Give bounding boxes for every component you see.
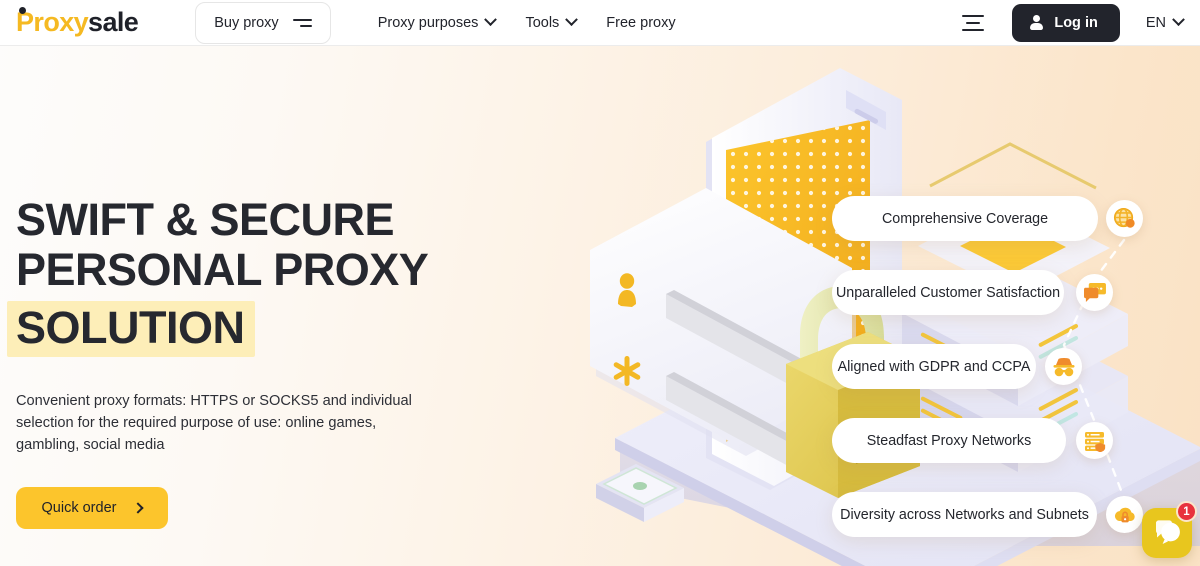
feature-pill-diversity[interactable]: Diversity across Networks and Subnets: [832, 492, 1097, 537]
login-button[interactable]: Log in: [1012, 3, 1120, 42]
main-nav: Proxy purposes Tools Free proxy: [377, 13, 676, 31]
header-actions: Log in EN: [962, 3, 1200, 42]
feature-label: Unparalleled Customer Satisfaction: [835, 284, 1061, 301]
person-icon: [1030, 15, 1044, 30]
nav-item-tools[interactable]: Tools: [525, 13, 579, 31]
globe-icon: [1106, 200, 1143, 237]
logo-dot-icon: [18, 7, 26, 14]
server-shield-icon: [1076, 422, 1113, 459]
two-lines-icon: [292, 18, 312, 27]
chat-widget-button[interactable]: 1: [1142, 501, 1197, 558]
buy-proxy-button[interactable]: Buy proxy: [195, 1, 331, 44]
page-root: Proxy sale Buy proxy Proxy purposes Tools…: [0, 0, 1200, 566]
nav-label: Free proxy: [606, 14, 676, 31]
quick-order-label: Quick order: [41, 500, 117, 517]
feature-label: Diversity across Networks and Subnets: [840, 506, 1089, 523]
chevron-down-icon: [1172, 13, 1185, 27]
logo-text-proxy: Proxy: [16, 7, 89, 37]
nav-label: Tools: [525, 14, 560, 31]
stacked-lines-icon[interactable]: [962, 14, 985, 31]
quick-order-button[interactable]: Quick order: [16, 487, 168, 530]
logo-text-sale: sale: [88, 7, 139, 37]
login-label: Log in: [1054, 14, 1098, 31]
chat-widget-icon: [1156, 520, 1180, 544]
hero-content: SWIFT & SECURE PERSONAL PROXY SOLUTION C…: [7, 194, 486, 530]
site-header: Proxy sale Buy proxy Proxy purposes Tools…: [0, 0, 1200, 46]
cloud-lock-icon: [1106, 496, 1143, 533]
chat-bubbles-icon: [1076, 274, 1113, 311]
language-selector[interactable]: EN: [1145, 13, 1185, 31]
chat-badge: 1: [1176, 501, 1197, 522]
logo[interactable]: Proxy sale: [16, 7, 139, 37]
buy-proxy-label: Buy proxy: [214, 14, 279, 31]
chevron-down-icon: [484, 13, 498, 27]
feature-pill-networks[interactable]: Steadfast Proxy Networks: [832, 418, 1066, 463]
language-label: EN: [1145, 14, 1166, 31]
title-line-1: SWIFT & SECURE: [16, 194, 395, 245]
title-highlight: SOLUTION: [7, 300, 255, 357]
feature-pill-coverage[interactable]: Comprehensive Coverage: [832, 196, 1098, 241]
hero-subtitle: Convenient proxy formats: HTTPS or SOCKS…: [16, 392, 412, 453]
nav-label: Proxy purposes: [377, 14, 479, 31]
nav-item-proxy-purposes[interactable]: Proxy purposes: [377, 13, 498, 31]
incognito-icon: [1045, 348, 1082, 385]
chevron-down-icon: [565, 13, 579, 27]
feature-label: Comprehensive Coverage: [881, 210, 1049, 227]
feature-label: Aligned with GDPR and CCPA: [837, 358, 1031, 375]
title-line-2: PERSONAL PROXY: [16, 243, 429, 295]
page-title: SWIFT & SECURE PERSONAL PROXY SOLUTION: [7, 194, 486, 357]
feature-pill-satisfaction[interactable]: Unparalleled Customer Satisfaction: [832, 270, 1064, 315]
feature-label: Steadfast Proxy Networks: [866, 432, 1032, 449]
chevron-right-icon: [132, 502, 145, 515]
feature-pill-gdpr[interactable]: Aligned with GDPR and CCPA: [832, 344, 1036, 389]
nav-item-free-proxy[interactable]: Free proxy: [606, 15, 675, 31]
